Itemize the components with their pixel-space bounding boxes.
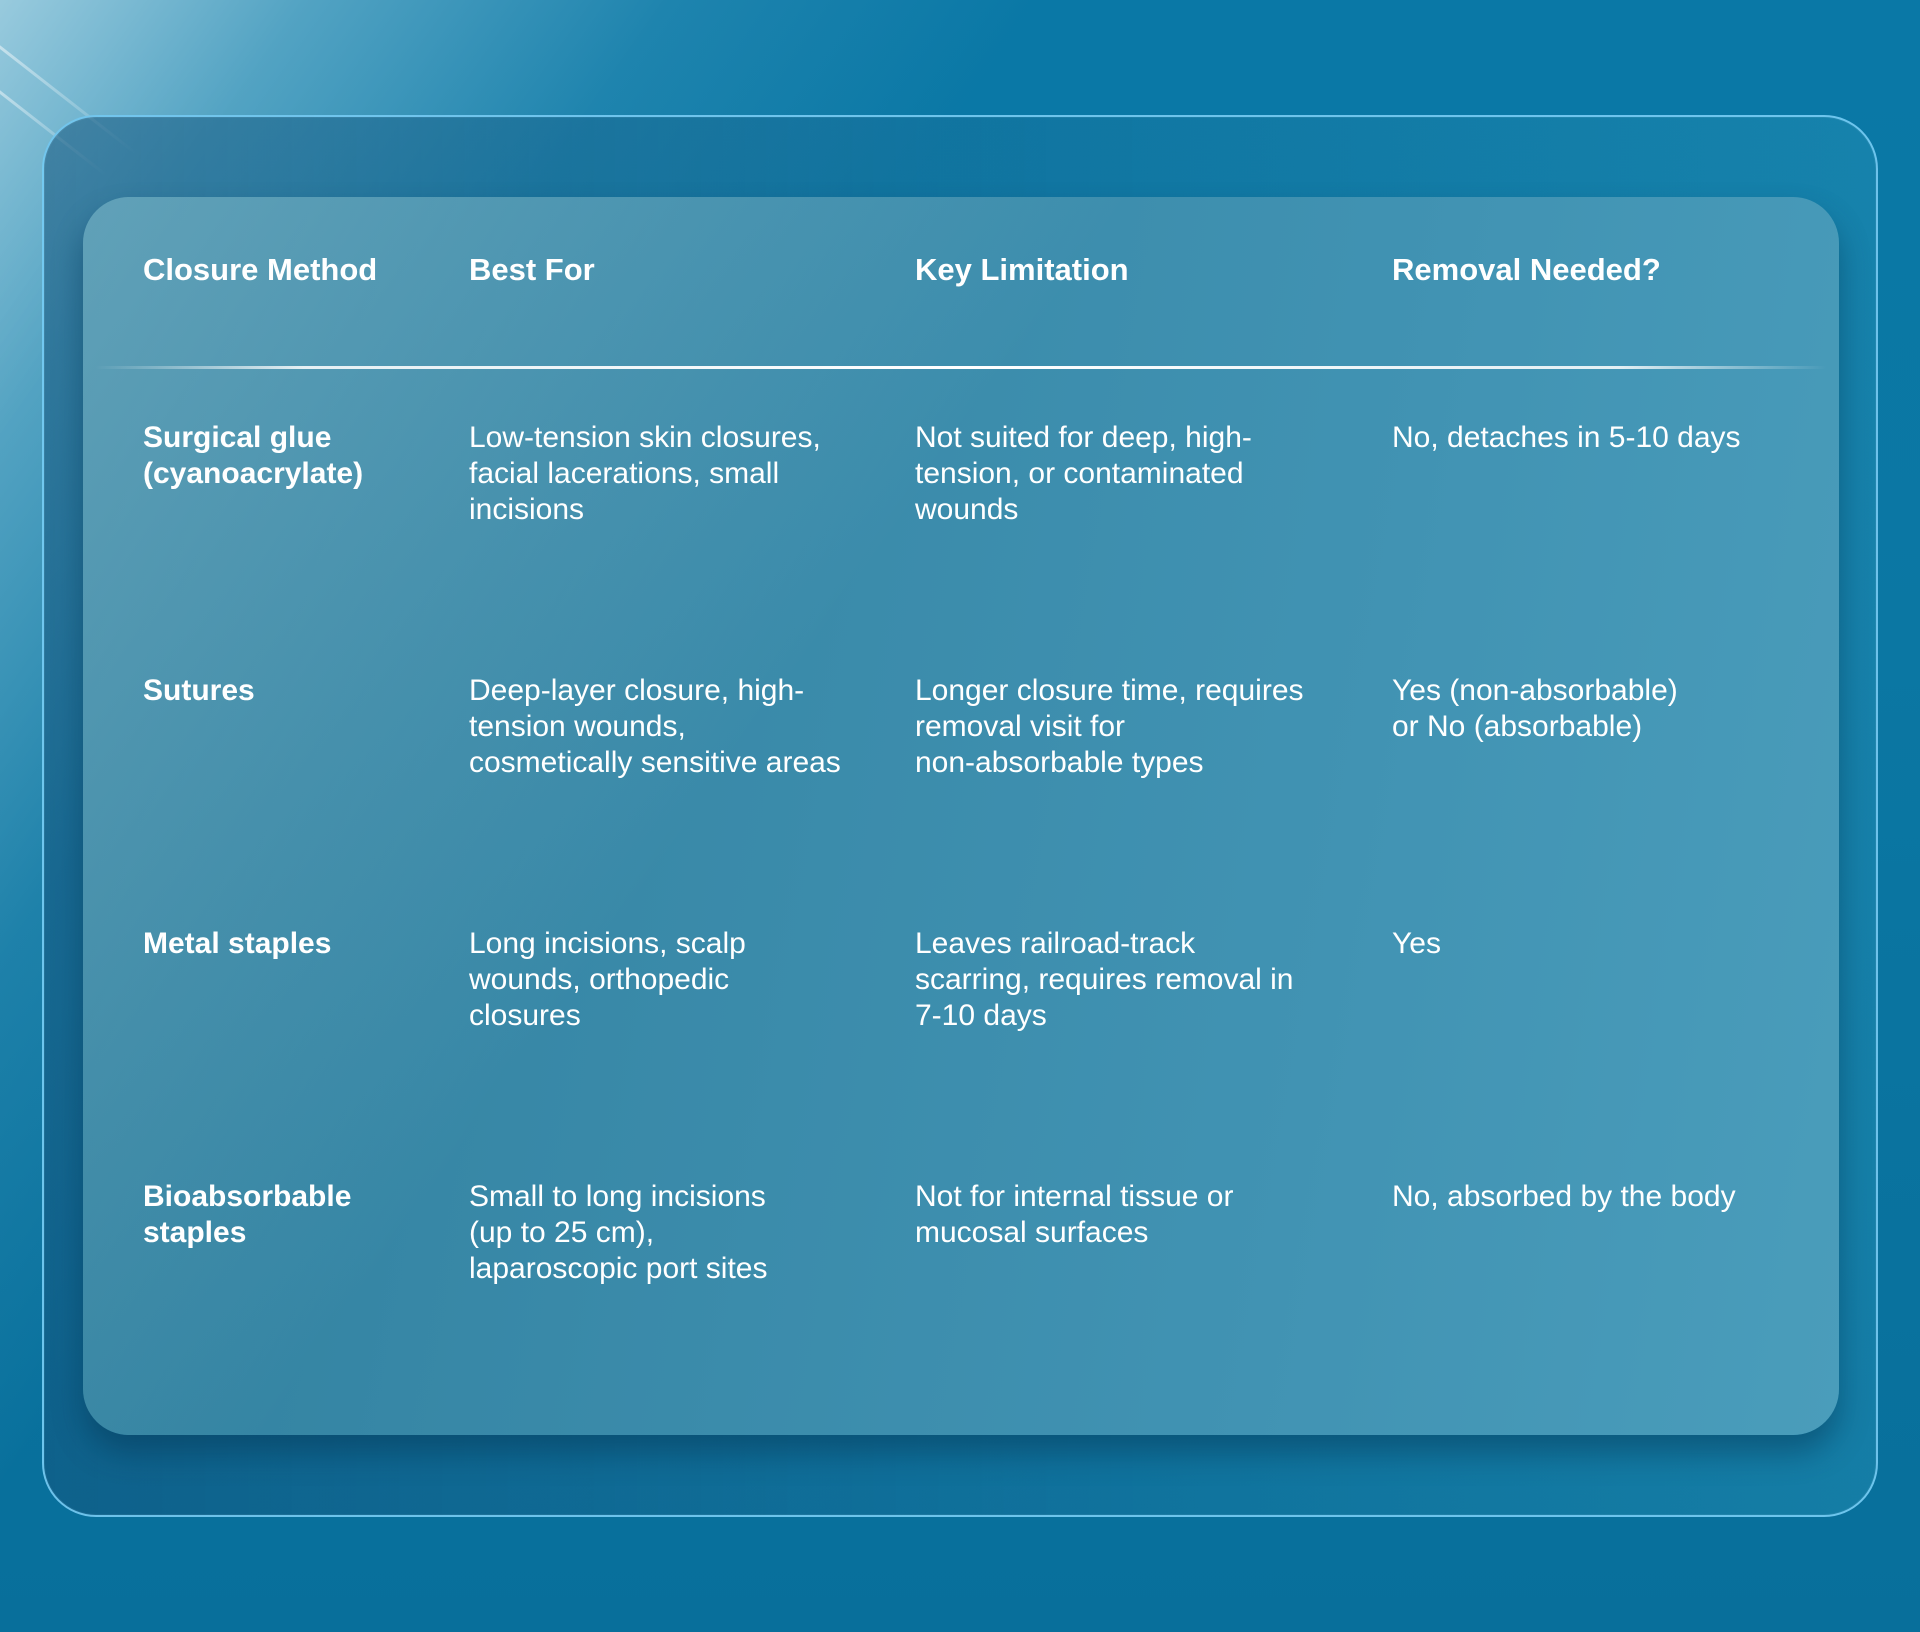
header-removal-needed: Removal Needed? <box>1392 252 1661 287</box>
cell-removal: No, absorbed by the body <box>1392 1180 1736 1213</box>
cell-removal: Yes <box>1392 927 1441 960</box>
comparison-table-card: Closure Method Best For Key Limitation R… <box>83 197 1839 1435</box>
cell-method: Bioabsorbable staples <box>143 1180 352 1249</box>
cell-removal: No, detaches in 5-10 days <box>1392 421 1741 454</box>
cell-limitation: Longer closure time, requires removal vi… <box>915 674 1304 779</box>
cell-limitation: Not for internal tissue or mucosal surfa… <box>915 1180 1234 1249</box>
cell-best-for: Long incisions, scalp wounds, orthopedic… <box>469 927 746 1032</box>
cell-method: Metal staples <box>143 927 332 960</box>
cell-best-for: Deep-layer closure, high- tension wounds… <box>469 674 841 779</box>
cell-best-for: Low-tension skin closures, facial lacera… <box>469 421 821 526</box>
header-divider <box>95 366 1827 369</box>
cell-method: Sutures <box>143 674 255 707</box>
header-key-limitation: Key Limitation <box>915 252 1129 287</box>
header-best-for: Best For <box>469 252 595 287</box>
cell-best-for: Small to long incisions (up to 25 cm), l… <box>469 1180 768 1285</box>
cell-removal: Yes (non-absorbable) or No (absorbable) <box>1392 674 1678 743</box>
header-closure-method: Closure Method <box>143 252 378 287</box>
cell-limitation: Leaves railroad-track scarring, requires… <box>915 927 1294 1032</box>
cell-method: Surgical glue (cyanoacrylate) <box>143 421 364 490</box>
cell-limitation: Not suited for deep, high- tension, or c… <box>915 421 1252 526</box>
